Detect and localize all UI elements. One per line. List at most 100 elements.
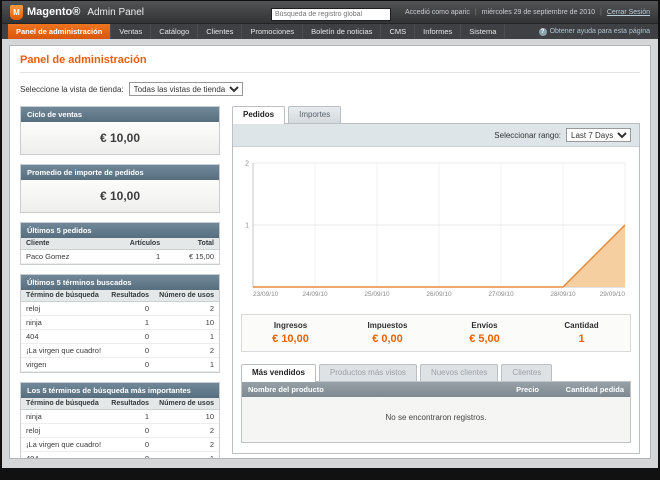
table-row[interactable]: reloj 0 2 <box>21 301 219 316</box>
range-select[interactable]: Last 7 Days <box>566 128 631 142</box>
svg-text:2: 2 <box>245 161 249 168</box>
nav-item-catalogo[interactable]: Catálogo <box>151 24 199 39</box>
stat-value: € 10,00 <box>272 333 309 345</box>
range-selector-row: Seleccionar rango: Last 7 Days <box>233 124 639 147</box>
table-row[interactable]: virgen 0 1 <box>21 357 219 372</box>
data-table: Término de búsqueda Resultados Número de u… <box>21 290 219 372</box>
main-nav: Panel de administración Ventas Catálogo Cli… <box>2 24 658 39</box>
chart-area: 23/09/10 24/09/10 25/09/10 26/09/10 27/09/10… <box>233 147 639 308</box>
svg-text:24/09/10: 24/09/10 <box>302 291 328 298</box>
table-cell: 2 <box>154 423 219 438</box>
panel-title: Promedio de importe de pedidos <box>21 165 219 180</box>
page-help-link[interactable]: ? Obtener ayuda para esta página <box>538 24 658 39</box>
products-grid: Nombre del producto Precio Cantidad pedida… <box>241 381 631 443</box>
tab-mas-vendidos[interactable]: Más vendidos <box>241 364 316 382</box>
table-cell: Paco Gomez <box>21 249 104 264</box>
nav-item-boletin-de-noticias[interactable]: Boletín de noticias <box>303 24 382 39</box>
table-row[interactable]: 404 0 1 <box>21 329 219 344</box>
magento-logo-icon: M <box>10 4 23 20</box>
divider <box>20 72 640 73</box>
tab-productos-mas-vistos[interactable]: Productos más vistos <box>318 364 417 381</box>
table-row[interactable]: Paco Gomez 1 € 15,00 <box>21 249 219 264</box>
stat-value: € 5,00 <box>469 333 500 345</box>
table-row[interactable]: ninja 1 10 <box>21 409 219 424</box>
column-header: Término de búsqueda <box>21 290 107 302</box>
table-cell: € 15,00 <box>165 249 219 264</box>
table-cell: 0 <box>106 423 155 438</box>
table-cell: ¡La virgen que cuadro! <box>21 343 107 358</box>
logo-suffix: Admin Panel <box>87 6 145 18</box>
lifetime-sales-panel: Ciclo de ventas € 10,00 <box>20 106 220 155</box>
dashboard-columns: Ciclo de ventas € 10,00 Promedio de impo… <box>20 106 640 458</box>
dashboard-left-column: Ciclo de ventas € 10,00 Promedio de impo… <box>20 106 220 458</box>
data-table: Cliente Artículos Total Paco Gomez 1 € 15,00 <box>21 238 219 264</box>
stat-value: 1 <box>578 333 585 345</box>
column-header: Número de usos <box>154 290 219 302</box>
separator: | <box>599 8 602 16</box>
svg-text:28/09/10: 28/09/10 <box>550 291 576 298</box>
stat-impuestos: Impuestos € 0,00 <box>339 321 436 345</box>
header-user-info: Accedió como aparic | miércoles 29 de se… <box>405 9 650 16</box>
table-row[interactable]: ninja 1 10 <box>21 315 219 330</box>
lifetime-sales-value: € 10,00 <box>21 122 219 154</box>
separator: | <box>474 8 477 16</box>
nav-item-informes[interactable]: Informes <box>415 24 462 39</box>
table-cell: 0 <box>106 329 155 344</box>
table-cell: 1 <box>154 357 219 372</box>
nav-item-promociones[interactable]: Promociones <box>242 24 304 39</box>
orders-tab-panel: Seleccionar rango: Last 7 Days 23/09/10 2… <box>232 123 640 454</box>
global-search-input[interactable] <box>270 8 391 21</box>
grid-empty-message: No se encontraron registros. <box>242 397 630 442</box>
table-cell: virgen <box>21 357 107 372</box>
last-search-terms-panel: Últimos 5 términos buscados Término de b… <box>20 274 220 373</box>
tab-clientes[interactable]: Clientes <box>501 364 553 381</box>
stat-label: Ingresos <box>273 321 308 330</box>
dashboard-content: Panel de administración Seleccione la vi… <box>9 45 651 459</box>
column-header: Término de búsqueda <box>21 398 107 410</box>
table-cell: 10 <box>154 315 219 330</box>
table-cell: 1 <box>106 409 155 424</box>
svg-text:29/09/10: 29/09/10 <box>600 291 626 298</box>
magento-logo: M Magento® Admin Panel <box>10 4 145 20</box>
logout-link[interactable]: Cerrar Sesión <box>607 9 650 16</box>
dashboard-right-column: Pedidos Importes Seleccionar rango: Last … <box>232 106 640 458</box>
panel-title: Ciclo de ventas <box>21 107 219 122</box>
help-icon: ? <box>538 27 547 36</box>
nav-menu: Panel de administración Ventas Catálogo Cli… <box>8 24 506 39</box>
table-row[interactable]: 404 0 1 <box>21 451 219 458</box>
svg-text:26/09/10: 26/09/10 <box>426 291 452 298</box>
nav-item-clientes[interactable]: Clientes <box>198 24 243 39</box>
average-orders-panel: Promedio de importe de pedidos € 10,00 <box>20 164 220 213</box>
tab-pedidos[interactable]: Pedidos <box>232 106 286 124</box>
panel-title: Los 5 términos de búsqueda más important… <box>21 383 219 398</box>
table-cell: 0 <box>106 437 155 452</box>
table-cell: 1 <box>103 249 166 264</box>
nav-item-cms[interactable]: CMS <box>381 24 416 39</box>
table-cell: reloj <box>21 301 107 316</box>
grid-column-header: Nombre del producto <box>248 385 324 394</box>
table-cell: 404 <box>21 451 107 458</box>
stat-label: Envíos <box>471 321 498 330</box>
last-orders-table: Cliente Artículos Total Paco Gomez 1 € 15,00 <box>21 238 219 264</box>
table-row[interactable]: ¡La virgen que cuadro! 0 2 <box>21 437 219 452</box>
tab-importes[interactable]: Importes <box>288 106 342 123</box>
last-orders-panel: Últimos 5 pedidos Cliente Artículos Total P… <box>20 222 220 265</box>
table-cell: 404 <box>21 329 107 344</box>
nav-item-sistema[interactable]: Sistema <box>461 24 506 39</box>
nav-item-panel-de-administracion[interactable]: Panel de administración <box>8 24 112 39</box>
help-label: Obtener ayuda para esta página <box>549 28 650 35</box>
tab-nuevos-clientes[interactable]: Nuevos clientes <box>419 364 499 381</box>
table-cell: 2 <box>154 301 219 316</box>
table-cell: 2 <box>154 343 219 358</box>
store-view-select[interactable]: Todas las vistas de tienda <box>128 82 243 96</box>
stat-cantidad: Cantidad 1 <box>533 321 630 345</box>
stat-value: € 0,00 <box>372 333 403 345</box>
panel-title: Últimos 5 términos buscados <box>21 275 219 290</box>
chart-tabs: Pedidos Importes <box>232 106 640 124</box>
table-row[interactable]: ¡La virgen que cuadro! 0 2 <box>21 343 219 358</box>
nav-item-ventas[interactable]: Ventas <box>111 24 152 39</box>
store-view-label: Seleccione la vista de tienda: <box>20 84 124 94</box>
table-cell: ¡La virgen que cuadro! <box>21 437 107 452</box>
column-header: Total <box>165 238 219 250</box>
table-row[interactable]: reloj 0 2 <box>21 423 219 438</box>
